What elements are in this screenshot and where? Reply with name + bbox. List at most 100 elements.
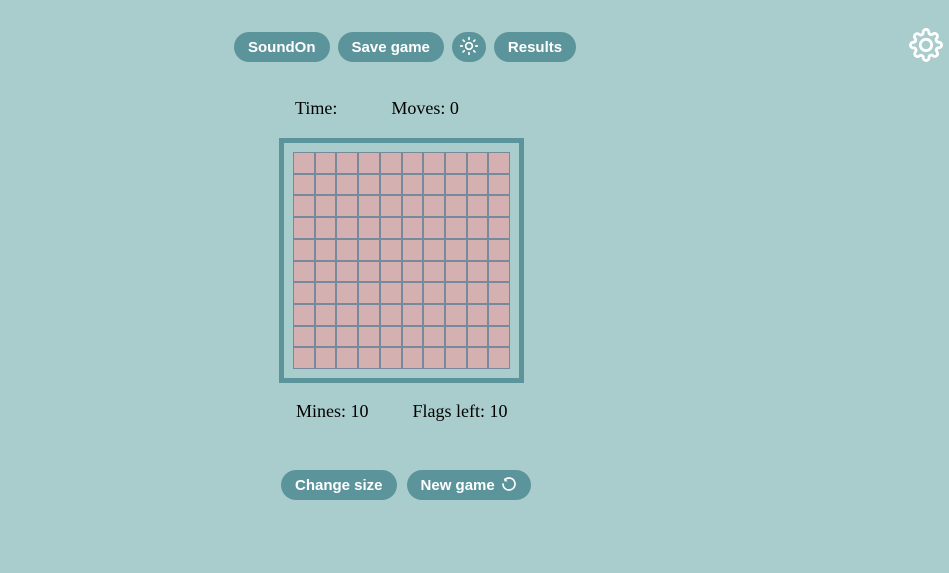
grid-cell[interactable] — [359, 283, 379, 303]
grid-cell[interactable] — [424, 327, 444, 347]
grid-cell[interactable] — [294, 153, 314, 173]
grid-cell[interactable] — [403, 153, 423, 173]
grid-cell[interactable] — [468, 348, 488, 368]
save-game-button[interactable]: Save game — [338, 32, 444, 62]
grid-cell[interactable] — [489, 305, 509, 325]
grid-cell[interactable] — [446, 196, 466, 216]
grid-cell[interactable] — [424, 240, 444, 260]
grid-cell[interactable] — [337, 218, 357, 238]
grid-cell[interactable] — [381, 262, 401, 282]
grid-cell[interactable] — [316, 305, 336, 325]
grid-cell[interactable] — [468, 240, 488, 260]
grid-cell[interactable] — [468, 283, 488, 303]
grid-cell[interactable] — [489, 240, 509, 260]
grid-cell[interactable] — [359, 153, 379, 173]
grid-cell[interactable] — [294, 240, 314, 260]
grid-cell[interactable] — [381, 305, 401, 325]
grid-cell[interactable] — [446, 283, 466, 303]
grid-cell[interactable] — [446, 327, 466, 347]
grid-cell[interactable] — [316, 175, 336, 195]
grid-cell[interactable] — [294, 262, 314, 282]
grid-cell[interactable] — [424, 196, 444, 216]
grid-cell[interactable] — [468, 305, 488, 325]
theme-toggle-button[interactable] — [452, 32, 486, 62]
grid-cell[interactable] — [468, 327, 488, 347]
grid-cell[interactable] — [337, 348, 357, 368]
grid-cell[interactable] — [424, 262, 444, 282]
grid-cell[interactable] — [337, 240, 357, 260]
grid-cell[interactable] — [294, 175, 314, 195]
grid-cell[interactable] — [468, 196, 488, 216]
results-button[interactable]: Results — [494, 32, 576, 62]
grid-cell[interactable] — [381, 348, 401, 368]
grid-cell[interactable] — [359, 240, 379, 260]
settings-button[interactable] — [909, 28, 943, 65]
grid-cell[interactable] — [294, 196, 314, 216]
grid-cell[interactable] — [316, 262, 336, 282]
grid-cell[interactable] — [403, 327, 423, 347]
grid-cell[interactable] — [468, 218, 488, 238]
grid-cell[interactable] — [468, 262, 488, 282]
grid-cell[interactable] — [489, 262, 509, 282]
grid-cell[interactable] — [316, 240, 336, 260]
grid-cell[interactable] — [337, 175, 357, 195]
grid-cell[interactable] — [489, 327, 509, 347]
grid-cell[interactable] — [446, 262, 466, 282]
grid-cell[interactable] — [403, 262, 423, 282]
grid-cell[interactable] — [359, 262, 379, 282]
grid-cell[interactable] — [359, 305, 379, 325]
grid-cell[interactable] — [294, 283, 314, 303]
grid-cell[interactable] — [403, 218, 423, 238]
grid-cell[interactable] — [316, 283, 336, 303]
grid-cell[interactable] — [489, 153, 509, 173]
grid-cell[interactable] — [359, 218, 379, 238]
grid-cell[interactable] — [403, 196, 423, 216]
grid-cell[interactable] — [359, 196, 379, 216]
grid-cell[interactable] — [446, 348, 466, 368]
grid-cell[interactable] — [316, 196, 336, 216]
grid-cell[interactable] — [424, 153, 444, 173]
grid-cell[interactable] — [337, 283, 357, 303]
grid-cell[interactable] — [337, 153, 357, 173]
change-size-button[interactable]: Change size — [281, 470, 397, 500]
grid-cell[interactable] — [489, 218, 509, 238]
grid-cell[interactable] — [489, 283, 509, 303]
grid-cell[interactable] — [316, 218, 336, 238]
grid-cell[interactable] — [337, 262, 357, 282]
sound-toggle-button[interactable]: SoundOn — [234, 32, 330, 62]
grid-cell[interactable] — [294, 327, 314, 347]
grid-cell[interactable] — [381, 153, 401, 173]
grid-cell[interactable] — [294, 348, 314, 368]
grid-cell[interactable] — [489, 175, 509, 195]
grid-cell[interactable] — [381, 196, 401, 216]
grid-cell[interactable] — [424, 305, 444, 325]
grid-cell[interactable] — [489, 196, 509, 216]
grid-cell[interactable] — [468, 153, 488, 173]
grid-cell[interactable] — [337, 305, 357, 325]
grid-cell[interactable] — [424, 348, 444, 368]
grid-cell[interactable] — [446, 218, 466, 238]
grid-cell[interactable] — [424, 218, 444, 238]
grid-cell[interactable] — [446, 175, 466, 195]
grid-cell[interactable] — [294, 218, 314, 238]
grid-cell[interactable] — [381, 283, 401, 303]
grid-cell[interactable] — [446, 240, 466, 260]
grid-cell[interactable] — [294, 305, 314, 325]
grid-cell[interactable] — [446, 305, 466, 325]
grid-cell[interactable] — [403, 175, 423, 195]
grid-cell[interactable] — [337, 196, 357, 216]
grid-cell[interactable] — [316, 348, 336, 368]
grid-cell[interactable] — [403, 283, 423, 303]
grid-cell[interactable] — [489, 348, 509, 368]
grid-cell[interactable] — [381, 218, 401, 238]
grid-cell[interactable] — [359, 348, 379, 368]
grid-cell[interactable] — [403, 240, 423, 260]
grid-cell[interactable] — [337, 327, 357, 347]
grid-cell[interactable] — [403, 305, 423, 325]
grid-cell[interactable] — [403, 348, 423, 368]
new-game-button[interactable]: New game — [407, 470, 531, 500]
grid-cell[interactable] — [316, 327, 336, 347]
grid-cell[interactable] — [316, 153, 336, 173]
grid-cell[interactable] — [424, 283, 444, 303]
grid-cell[interactable] — [468, 175, 488, 195]
